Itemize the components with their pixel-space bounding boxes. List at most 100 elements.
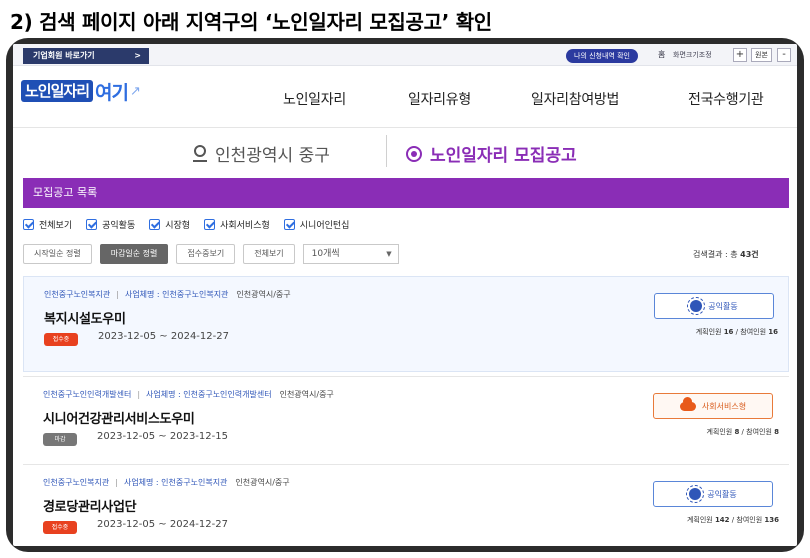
arrow-right-icon: >	[134, 51, 141, 60]
job-card[interactable]: 인천중구노인인력개발센터 | 사업체명 : 인천중구노인인력개발센터 인천광역시/중구…	[23, 376, 789, 472]
status-badge: 마감	[43, 433, 77, 446]
device-frame: 기업회원 바로가기 > 나의 신청내역 확인 홈 화면크기조정 + 원본 - 노…	[6, 38, 804, 552]
site-header: 노인일자리 여기 ↗ 노인일자리 일자리유형 일자리참여방법 전국수행기관	[13, 66, 797, 128]
job-org: 인천중구노인복지관	[43, 478, 110, 487]
font-size-label: 화면크기조정	[673, 51, 712, 59]
type-filters: 전체보기 공익활동 시장형 사회서비스형 시니어인턴십	[23, 216, 349, 232]
utility-bar: 기업회원 바로가기 > 나의 신청내역 확인 홈 화면크기조정 + 원본 -	[13, 44, 797, 66]
plan-label: 계획인원	[695, 328, 722, 336]
chevron-down-icon: ▼	[386, 250, 392, 258]
job-card[interactable]: 인천중구노인복지관 | 사업체명 : 인천중구노인복지관 인천광역시/중구 경로당관리…	[23, 464, 789, 546]
sun-icon	[686, 485, 705, 503]
per-page-select[interactable]: 10개씩 ▼	[302, 244, 399, 264]
job-counts: 계획인원 16 / 참여인원 16	[695, 328, 778, 336]
job-project: 사업체명 : 인천중구노인복지관	[123, 478, 228, 487]
filter-senior-intern[interactable]: 시니어인턴십	[283, 218, 350, 231]
checkbox-checked-icon[interactable]	[86, 218, 98, 230]
font-increase-button[interactable]: +	[733, 48, 747, 62]
job-type-label: 공익활동	[708, 301, 738, 311]
filter-all[interactable]: 전체보기	[23, 218, 72, 231]
list-title-bar: 모집공고 목록	[23, 178, 789, 208]
job-dates: 2023-12-05 ~ 2024-12-27	[97, 519, 228, 530]
job-org-line: 인천중구노인인력개발센터 | 사업체명 : 인천중구노인인력개발센터 인천광역시/중구	[43, 390, 334, 399]
result-label: 검색결과 : 총	[693, 250, 738, 259]
nav-item-agencies[interactable]: 전국수행기관	[688, 89, 764, 109]
font-decrease-button[interactable]: -	[777, 48, 791, 62]
job-type-label: 공익활동	[707, 489, 737, 499]
join-count: 136	[764, 516, 779, 524]
filter-social-service[interactable]: 사회서비스형	[204, 218, 270, 231]
per-page-value: 10개씩	[311, 249, 340, 259]
filter-public[interactable]: 공익활동	[86, 218, 135, 231]
job-org: 인천중구노인인력개발센터	[43, 390, 132, 399]
site-logo[interactable]: 노인일자리 여기 ↗	[21, 80, 141, 104]
filter-label: 공익활동	[102, 220, 136, 231]
filter-label: 시장형	[165, 220, 191, 231]
home-link[interactable]: 홈	[658, 49, 665, 60]
list-tools: 시작일순 정렬 마감일순 정렬 접수중보기 전체보기 10개씩 ▼	[23, 244, 399, 264]
logo-sub: 여기	[95, 81, 129, 104]
font-reset-button[interactable]: 원본	[751, 48, 772, 62]
join-count: 8	[774, 428, 779, 436]
job-org: 인천중구노인복지관	[44, 290, 111, 299]
result-number: 43건	[740, 250, 759, 259]
job-type-badge: 공익활동	[654, 293, 774, 319]
job-dates: 2023-12-05 ~ 2024-12-27	[98, 331, 229, 342]
job-counts: 계획인원 142 / 참여인원 136	[686, 516, 779, 524]
job-dates: 2023-12-05 ~ 2023-12-15	[97, 431, 228, 442]
show-open-button[interactable]: 접수중보기	[176, 244, 236, 264]
sort-by-start-button[interactable]: 시작일순 정렬	[23, 244, 92, 264]
nav-item-job-types[interactable]: 일자리유형	[408, 89, 471, 109]
join-label: 참여인원	[736, 516, 763, 524]
logo-mark-icon: ↗	[129, 83, 141, 99]
job-org-line: 인천중구노인복지관 | 사업체명 : 인천중구노인복지관 인천광역시/중구	[43, 478, 290, 487]
plan-label: 계획인원	[686, 516, 713, 524]
nav-item-how-to-join[interactable]: 일자리참여방법	[531, 89, 619, 109]
filter-label: 시니어인턴십	[299, 220, 350, 231]
divider	[386, 135, 387, 167]
job-address: 인천광역시/중구	[279, 390, 334, 399]
job-address: 인천광역시/중구	[235, 478, 290, 487]
checkbox-checked-icon[interactable]	[283, 218, 295, 230]
checkbox-checked-icon[interactable]	[149, 218, 161, 230]
corporate-member-label: 기업회원 바로가기	[33, 51, 95, 60]
status-badge: 접수중	[43, 521, 77, 534]
job-project: 사업체명 : 인천중구노인복지관	[124, 290, 229, 299]
plan-count: 16	[723, 328, 734, 336]
record-icon	[406, 145, 422, 162]
location-selector[interactable]: 인천광역시 중구	[193, 141, 330, 166]
job-title[interactable]: 복지시설도우미	[44, 308, 126, 327]
checkbox-checked-icon[interactable]	[23, 218, 34, 230]
sun-icon	[687, 297, 706, 315]
nav-item-senior-jobs[interactable]: 노인일자리	[283, 89, 346, 109]
sort-by-deadline-button[interactable]: 마감일순 정렬	[99, 244, 169, 264]
job-address: 인천광역시/중구	[236, 290, 291, 299]
plan-label: 계획인원	[706, 428, 733, 436]
show-all-button[interactable]: 전체보기	[243, 244, 295, 264]
location-text: 인천광역시 중구	[215, 146, 330, 166]
result-count: 검색결과 : 총 43건	[693, 249, 759, 260]
job-project: 사업체명 : 인천중구노인인력개발센터	[146, 390, 272, 399]
region-band: 인천광역시 중구 노인일자리 모집공고	[13, 129, 797, 177]
job-title[interactable]: 시니어건강관리서비스도우미	[43, 408, 195, 427]
job-org-line: 인천중구노인복지관 | 사업체명 : 인천중구노인복지관 인천광역시/중구	[44, 290, 291, 299]
filter-label: 전체보기	[39, 220, 73, 231]
filter-label: 사회서비스형	[220, 220, 270, 231]
section-title: 노인일자리 모집공고	[406, 141, 577, 166]
my-application-button[interactable]: 나의 신청내역 확인	[566, 49, 638, 63]
browser-screen: 기업회원 바로가기 > 나의 신청내역 확인 홈 화면크기조정 + 원본 - 노…	[13, 44, 797, 546]
plan-count: 142	[714, 516, 730, 524]
filter-market[interactable]: 시장형	[149, 218, 190, 231]
plan-count: 8	[734, 428, 740, 436]
join-label: 참여인원	[746, 428, 772, 436]
job-card[interactable]: 인천중구노인복지관 | 사업체명 : 인천중구노인복지관 인천광역시/중구 복지시설도…	[23, 276, 789, 372]
status-badge: 접수중	[44, 333, 78, 346]
checkbox-checked-icon[interactable]	[204, 218, 216, 230]
job-type-badge: 사회서비스형	[653, 393, 773, 419]
join-label: 참여인원	[740, 328, 767, 336]
cloud-icon	[679, 396, 696, 411]
job-title[interactable]: 경로당관리사업단	[43, 496, 137, 515]
join-count: 16	[768, 328, 778, 336]
corporate-member-button[interactable]: 기업회원 바로가기 >	[23, 48, 149, 64]
location-pin-icon	[193, 145, 207, 162]
